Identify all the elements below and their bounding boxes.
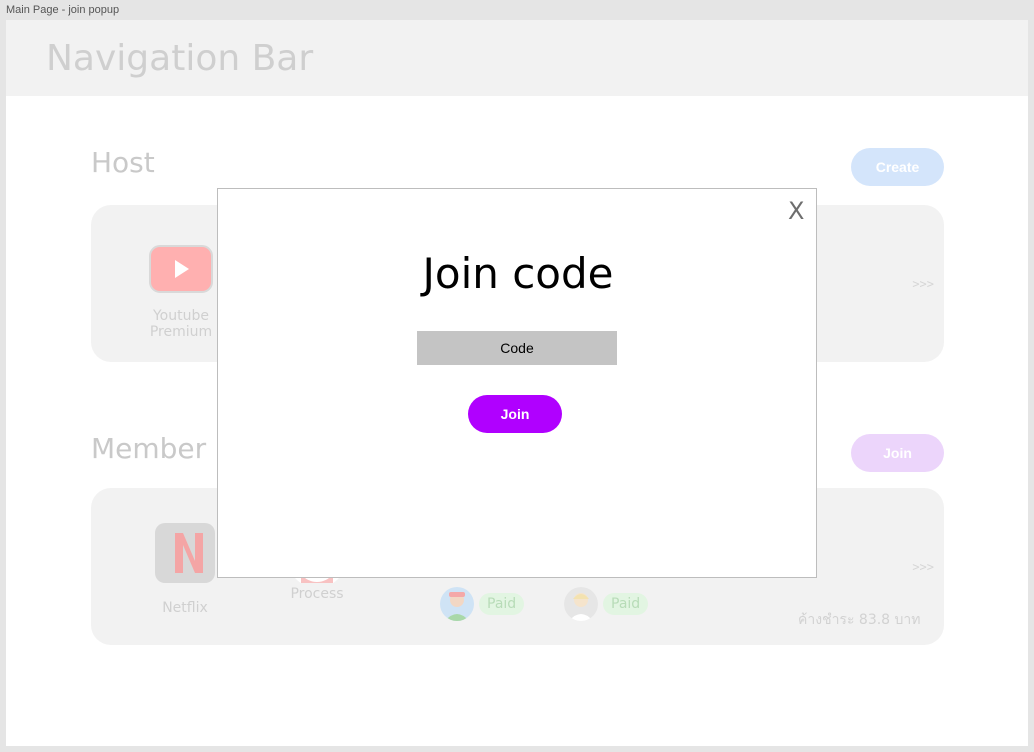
member-avatar — [440, 587, 474, 621]
status-badge: Paid — [603, 593, 649, 615]
popup-join-button[interactable]: Join — [468, 395, 562, 433]
host-more-arrow[interactable]: >>> — [912, 277, 934, 291]
join-code-popup: X Join code Join — [217, 188, 817, 578]
youtube-icon — [149, 245, 213, 298]
netflix-icon — [155, 523, 215, 588]
outstanding-balance: ค้างชำระ 83.8 บาท — [798, 612, 921, 628]
code-input[interactable] — [417, 331, 617, 365]
app-label: Netflix — [162, 600, 208, 616]
netflix-tile[interactable]: Netflix — [155, 523, 215, 616]
navbar-title: Navigation Bar — [46, 38, 314, 79]
member-more-arrow[interactable]: >>> — [912, 560, 934, 574]
app-label: Process — [290, 586, 344, 602]
join-button[interactable]: Join — [851, 434, 944, 472]
status-badge: Paid — [479, 593, 525, 615]
frame-title: Main Page - join popup — [6, 4, 120, 16]
member-section-title: Member — [91, 432, 207, 465]
app-label: Youtube Premium — [149, 308, 213, 340]
youtube-premium-tile[interactable]: Youtube Premium — [149, 245, 213, 340]
host-section-title: Host — [91, 146, 155, 179]
navigation-bar: Navigation Bar — [6, 20, 1028, 96]
close-icon[interactable]: X — [788, 197, 804, 225]
create-button[interactable]: Create — [851, 148, 944, 186]
main-page-frame: Navigation Bar Host Create Youtube Premi… — [6, 20, 1028, 746]
popup-title: Join code — [422, 249, 614, 298]
member-avatar — [564, 587, 598, 621]
